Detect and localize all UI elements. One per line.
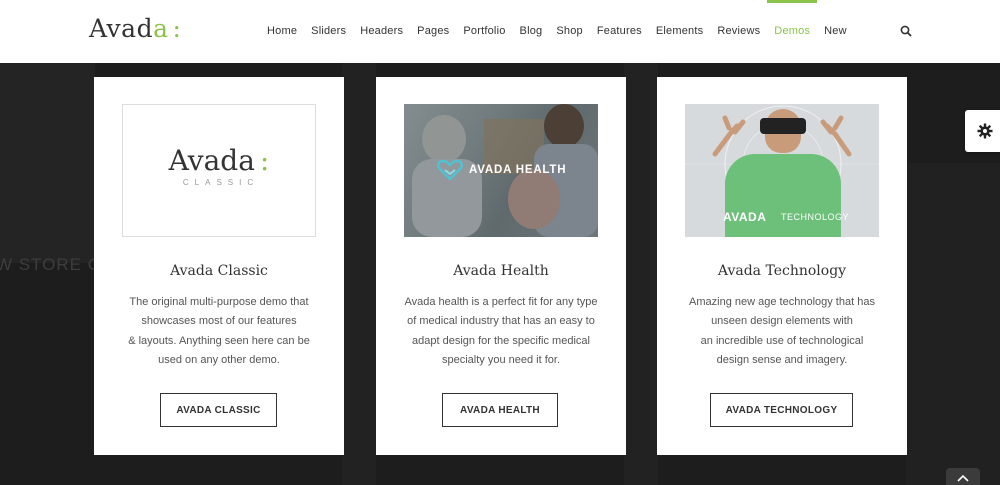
demo-card-health: AVADA HEALTH Avada Health Avada health i… xyxy=(376,77,626,455)
gear-icon xyxy=(977,123,993,139)
card-title: Avada Technology xyxy=(717,263,847,279)
nav-shop[interactable]: Shop xyxy=(549,25,590,37)
classic-logo: Avada: xyxy=(123,144,315,177)
site-logo[interactable]: Avada: xyxy=(89,14,181,43)
avada-classic-button[interactable]: AVADA CLASSIC xyxy=(160,393,277,427)
demo-card-technology: AVADA TECHNOLOGY Avada Technology Amazin… xyxy=(657,77,907,455)
card-title: Avada Classic xyxy=(170,263,268,279)
card-desc-line: design sense and imagery. xyxy=(716,354,848,367)
card-description: Amazing new age technology that has unse… xyxy=(679,293,885,371)
avada-technology-button[interactable]: AVADA TECHNOLOGY xyxy=(710,393,853,427)
classic-logo-text: Avada xyxy=(168,144,255,177)
nav-pages[interactable]: Pages xyxy=(410,25,456,37)
card-description: The original multi-purpose demo that sho… xyxy=(116,293,322,371)
vr-headset-icon xyxy=(760,118,806,134)
classic-logo-sub: CLASSIC xyxy=(182,178,260,187)
card-desc-line: used on any other demo. xyxy=(158,354,280,367)
main-nav: Home Sliders Headers Pages Portfolio Blo… xyxy=(260,0,854,37)
tech-person-shirt xyxy=(725,154,841,237)
card-desc-line: unseen design elements with xyxy=(711,315,853,328)
options-toggle-button[interactable] xyxy=(965,110,1000,152)
tech-logo-sub: TECHNOLOGY xyxy=(781,212,850,222)
search-icon[interactable] xyxy=(900,25,912,37)
health-logo: AVADA HEALTH xyxy=(437,159,566,181)
nav-blog[interactable]: Blog xyxy=(513,25,550,37)
avada-health-button[interactable]: AVADA HEALTH xyxy=(442,393,558,427)
nav-new[interactable]: New xyxy=(817,25,854,37)
chevron-up-icon xyxy=(957,474,969,482)
logo-colon: : xyxy=(172,14,182,43)
demo-thumb-health[interactable]: AVADA HEALTH xyxy=(404,104,598,237)
nav-home[interactable]: Home xyxy=(260,25,304,37)
card-title: Avada Health xyxy=(453,263,549,279)
demo-thumb-technology[interactable]: AVADA TECHNOLOGY xyxy=(685,104,879,237)
demo-card-classic: Avada: CLASSIC Avada Classic The origina… xyxy=(94,77,344,455)
tech-logo-text: AVADA xyxy=(723,210,767,224)
card-desc-line: Avada health is a perfect fit for any ty… xyxy=(404,296,598,308)
nav-sliders[interactable]: Sliders xyxy=(304,25,353,37)
nav-demos[interactable]: Demos xyxy=(767,0,817,37)
backdrop-panel xyxy=(0,63,95,263)
nav-headers[interactable]: Headers xyxy=(353,25,410,37)
card-desc-line: specialty you need it for. xyxy=(441,354,560,367)
backdrop-panel xyxy=(906,163,1000,485)
heart-icon xyxy=(437,159,463,181)
card-desc-line: of medical industry that has an easy to xyxy=(407,315,595,328)
scroll-to-top-button[interactable] xyxy=(946,468,980,485)
nav-reviews[interactable]: Reviews xyxy=(710,25,767,37)
nav-features[interactable]: Features xyxy=(590,25,649,37)
card-desc-line: an incredible use of technological xyxy=(700,334,864,347)
card-desc-line: & layouts. Anything seen here can be xyxy=(128,334,310,347)
backdrop-panel xyxy=(624,63,658,485)
nav-elements[interactable]: Elements xyxy=(649,25,710,37)
logo-main: Avad xyxy=(89,14,154,43)
nav-portfolio[interactable]: Portfolio xyxy=(456,25,512,37)
card-description: Avada health is a perfect fit for any ty… xyxy=(398,293,604,371)
card-desc-line: The original multi-purpose demo that xyxy=(129,296,309,308)
health-logo-text: AVADA HEALTH xyxy=(469,164,567,176)
site-header: Avada: Home Sliders Headers Pages Portfo… xyxy=(0,0,1000,63)
card-desc-line: Amazing new age technology that has xyxy=(689,296,875,308)
demo-thumb-classic[interactable]: Avada: CLASSIC xyxy=(122,104,316,237)
logo-accent: a xyxy=(153,14,169,43)
card-desc-line: adapt design for the specific medical xyxy=(412,334,590,347)
classic-logo-colon: : xyxy=(259,144,270,177)
backdrop-panel xyxy=(342,63,376,485)
card-desc-line: showcases most of our features xyxy=(141,315,297,328)
